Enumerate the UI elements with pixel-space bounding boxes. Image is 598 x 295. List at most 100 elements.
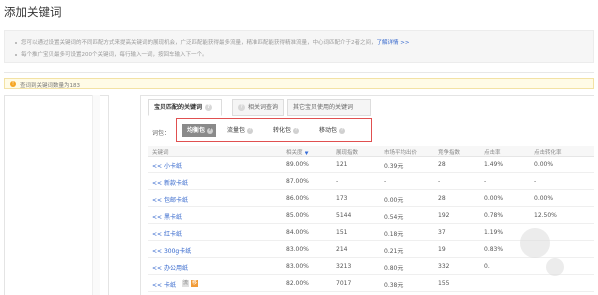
cell-rel: 83.00% — [286, 246, 309, 253]
cell-ctr: 0.83% — [484, 246, 504, 253]
help-icon[interactable]: ? — [247, 127, 254, 134]
cell-price: - — [384, 178, 387, 185]
tab-label: 相关词查询 — [248, 104, 279, 111]
col-relevance[interactable]: 相关度 — [286, 148, 309, 156]
keyword-add-link[interactable]: << 包邮卡纸 — [152, 195, 188, 204]
package-label-text: 移动包 — [319, 127, 338, 134]
cell-price: 0.38元 — [384, 282, 404, 289]
tab-other-items-keywords[interactable]: 其它宝贝使用的关键词 — [287, 99, 371, 116]
page-title: 添加关键词 — [4, 5, 62, 19]
package-label-text: 均衡包 — [187, 127, 206, 134]
cell-comp: 332 — [438, 263, 450, 270]
keyword-add-link[interactable]: << 办公用纸 — [152, 263, 188, 272]
cell-ctr: - — [484, 178, 487, 185]
cell-show: 173 — [336, 195, 348, 202]
cell-comp: - — [438, 178, 441, 185]
cell-rel: 86.00% — [286, 195, 309, 202]
cell-show: 3213 — [336, 263, 352, 270]
cell-cvr: 0.00% — [534, 161, 554, 168]
cell-show: 7017 — [336, 280, 352, 287]
cell-rel: 87.00% — [286, 178, 309, 185]
cell-show: - — [336, 178, 339, 185]
notice-line-1: 您可以通过设置关键词的不同匹配方式来提高关键词的展现机会，广泛匹配能获得最多流量… — [15, 38, 409, 46]
notice-text-2: 每个推广宝贝最多可设置200个关键词，每行输入一词，按回车输入下一个。 — [21, 52, 208, 58]
cell-ctr: 0.78% — [484, 212, 504, 219]
keyword-add-link[interactable]: << 黑卡纸 — [152, 212, 182, 221]
learn-more-link[interactable]: 了解详情 >> — [377, 40, 410, 46]
keyword-add-link[interactable]: << 红卡纸 — [152, 229, 182, 238]
table-row[interactable]: << 卡纸流移 82.00% 7017 0.38元 155 — [148, 277, 594, 292]
help-icon[interactable]: ? — [238, 104, 245, 111]
col-competition[interactable]: 竞争指数 — [438, 148, 460, 156]
cell-price: 0.21元 — [384, 248, 404, 255]
tab-matched-keywords[interactable]: 宝贝匹配的关键词? — [148, 99, 222, 116]
col-label: 相关度 — [286, 150, 303, 156]
package-traffic[interactable]: 流量包? — [222, 124, 260, 137]
cell-ctr: 0.00% — [484, 195, 504, 202]
col-ctr[interactable]: 点击率 — [484, 148, 501, 156]
notice-line-2: 每个推广宝贝最多可设置200个关键词，每行输入一词，按回车输入下一个。 — [15, 50, 208, 58]
cell-price: 0.80元 — [384, 265, 404, 272]
keyword-add-link[interactable]: << 新款卡纸 — [152, 178, 188, 187]
table-row[interactable]: << 新款卡纸 87.00% - - - - - — [148, 175, 594, 190]
cell-comp: 155 — [438, 280, 450, 287]
keyword-add-link[interactable]: << 卡纸 — [152, 280, 176, 289]
table-row[interactable]: << 小卡纸 89.00% 121 0.39元 28 1.49% 0.00% — [148, 158, 594, 173]
cell-rel: 89.00% — [286, 161, 309, 168]
keyword-count-text: 查词到关键词数量为183 — [20, 82, 80, 89]
tab-label: 宝贝匹配的关键词 — [154, 104, 203, 111]
divider — [4, 72, 594, 73]
cell-rel: 82.00% — [286, 280, 309, 287]
keyword-tag-badge: 流 — [182, 280, 189, 287]
notice-box: 您可以通过设置关键词的不同匹配方式来提高关键词的展现机会，广泛匹配能获得最多流量… — [4, 30, 594, 63]
package-conversion[interactable]: 转化包? — [268, 124, 306, 137]
package-label-text: 流量包 — [227, 127, 246, 134]
cell-show: 214 — [336, 246, 348, 253]
help-icon[interactable]: ? — [207, 127, 214, 134]
col-impressions[interactable]: 展现指数 — [336, 148, 358, 156]
input-scrollbar[interactable] — [92, 95, 100, 295]
cell-cvr: - — [534, 178, 537, 185]
warning-icon: ! — [10, 81, 16, 87]
table-row[interactable]: << 办公用纸 83.00% 3213 0.80元 332 0. — [148, 260, 594, 275]
tab-label: 其它宝贝使用的关键词 — [293, 104, 354, 111]
cell-rel: 85.00% — [286, 212, 309, 219]
keyword-add-link[interactable]: << 300g卡纸 — [152, 246, 191, 255]
package-label-text: 转化包 — [273, 127, 292, 134]
cell-show: 5144 — [336, 212, 352, 219]
help-icon[interactable]: ? — [293, 127, 300, 134]
sort-desc-icon[interactable] — [304, 151, 309, 155]
keyword-add-link[interactable]: << 小卡纸 — [152, 161, 182, 170]
cell-ctr: 1.19% — [484, 229, 504, 236]
cell-price: 0.54元 — [384, 214, 404, 221]
cell-comp: 192 — [438, 212, 450, 219]
cell-price: 0.00元 — [384, 197, 404, 204]
cell-rel: 84.00% — [286, 229, 309, 236]
bullet-dot — [15, 41, 17, 44]
col-cvr[interactable]: 点击转化率 — [534, 148, 562, 156]
watermark-blob — [546, 258, 564, 276]
table-header: 关键词 相关度 展现指数 市场平均出价 竞争指数 点击率 点击转化率 — [148, 146, 594, 157]
cell-comp: 28 — [438, 195, 446, 202]
table-row[interactable]: << 黑卡纸 85.00% 5144 0.54元 192 0.78% 12.50% — [148, 209, 594, 224]
bullet-dot — [15, 53, 17, 56]
help-icon[interactable]: ? — [339, 127, 346, 134]
table-row[interactable]: << 包邮卡纸 86.00% 173 0.00元 28 0.00% 0.00% — [148, 192, 594, 207]
cell-price: 0.18元 — [384, 231, 404, 238]
col-keyword[interactable]: 关键词 — [152, 148, 169, 156]
tab-related-search[interactable]: ? 相关词查询 — [232, 99, 284, 116]
notice-text-1: 您可以通过设置关键词的不同匹配方式来提高关键词的展现机会，广泛匹配能获得最多流量… — [21, 40, 377, 46]
help-icon[interactable]: ? — [205, 104, 213, 111]
cell-show: 121 — [336, 161, 348, 168]
package-mobile[interactable]: 移动包? — [314, 124, 354, 137]
cell-price: 0.39元 — [384, 163, 404, 170]
cell-show: 151 — [336, 229, 348, 236]
watermark-blob — [520, 228, 550, 258]
cell-comp: 19 — [438, 246, 446, 253]
cell-comp: 37 — [438, 229, 446, 236]
keyword-tag-badge: 移 — [191, 280, 198, 287]
col-avg-bid[interactable]: 市场平均出价 — [384, 148, 417, 156]
cell-rel: 83.00% — [286, 263, 309, 270]
cell-cvr: 0.00% — [534, 195, 554, 202]
package-balanced[interactable]: 均衡包? — [182, 124, 216, 137]
